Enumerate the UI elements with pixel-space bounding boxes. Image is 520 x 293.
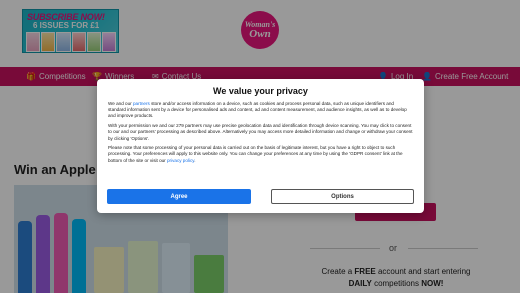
privacy-consent-dialog: We value your privacy We and our partner…	[97, 79, 424, 213]
options-button[interactable]: Options	[271, 189, 414, 204]
consent-paragraph-3: Please note that some processing of your…	[108, 145, 403, 163]
dialog-title: We value your privacy	[213, 86, 308, 96]
partners-link[interactable]: partners	[133, 101, 150, 106]
agree-button[interactable]: Agree	[107, 189, 251, 204]
privacy-policy-link[interactable]: privacy policy	[167, 158, 194, 163]
consent-paragraph-1: We and our partners store and/or access …	[108, 101, 407, 119]
consent-paragraph-2: With your permission we and our 279 part…	[108, 123, 413, 141]
dialog-body: We and our partners store and/or access …	[108, 101, 413, 167]
